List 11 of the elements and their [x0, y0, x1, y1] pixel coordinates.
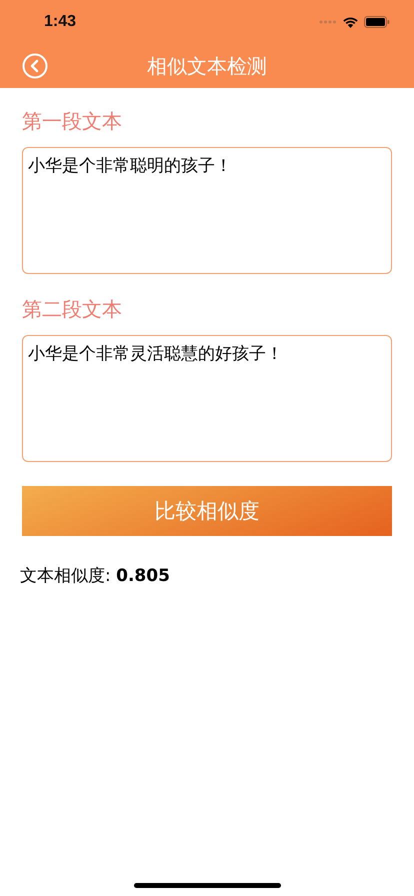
back-icon[interactable]: [22, 53, 48, 79]
wifi-icon: [342, 16, 359, 28]
signal-icon: [319, 20, 337, 24]
similarity-result: 文本相似度: 0.805: [20, 565, 171, 587]
field-label: 第一段文本: [22, 108, 123, 135]
field-label: 第二段文本: [22, 296, 123, 323]
input-field[interactable]: 小华是个非常聪明的孩子！: [22, 147, 392, 274]
input-field[interactable]: 小华是个非常灵活聪慧的好孩子！: [22, 335, 392, 462]
status-time: 1:43: [44, 13, 76, 31]
nav-title: 相似文本检测: [147, 52, 267, 80]
battery-icon: [364, 16, 390, 28]
